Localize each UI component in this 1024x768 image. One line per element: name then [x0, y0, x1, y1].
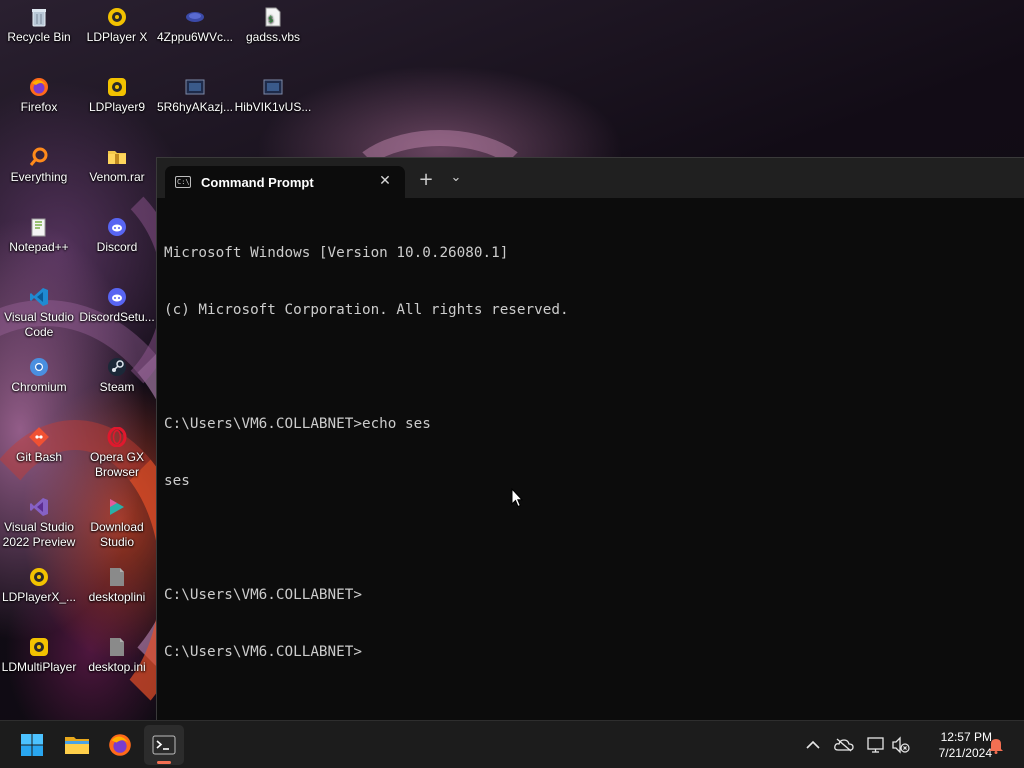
vbs-script-icon: $: [262, 6, 284, 28]
taskbar-file-explorer[interactable]: [57, 725, 97, 765]
notification-bell-icon: [989, 739, 1003, 754]
desktop-icon-ldplayer-x[interactable]: LDPlayer X: [79, 0, 155, 62]
recycle-bin-icon: [28, 6, 50, 28]
steam-icon: [106, 356, 128, 378]
git-bash-icon: [28, 426, 50, 448]
onedrive-offline-icon: [834, 738, 854, 752]
chevron-up-icon: [806, 740, 820, 749]
ldplayer-icon: [106, 6, 128, 28]
file-icon: [184, 6, 206, 28]
network-icon: [867, 737, 884, 753]
clock-time: 12:57 PM: [940, 730, 992, 744]
firefox-icon: [28, 76, 50, 98]
volume-button[interactable]: [891, 735, 911, 755]
network-button[interactable]: [866, 735, 886, 755]
ldplayer-icon: [28, 636, 50, 658]
chromium-icon: [28, 356, 50, 378]
desktop-icon-discordsetup[interactable]: DiscordSetu...: [79, 280, 155, 342]
notepad-plus-plus-icon: [28, 216, 50, 238]
ldplayer-icon: [106, 76, 128, 98]
image-file-icon: [262, 76, 284, 98]
desktop-icon-visual-studio-2022[interactable]: Visual Studio 2022 Preview: [1, 490, 77, 552]
settings-file-icon: [106, 636, 128, 658]
desktop-icon-hibvik1vus[interactable]: HibVIK1vUS...: [235, 70, 311, 132]
desktop-icon-recycle-bin[interactable]: Recycle Bin: [1, 0, 77, 62]
firefox-icon: [109, 734, 131, 756]
close-tab-icon[interactable]: ✕: [377, 173, 393, 189]
terminal-icon: [152, 735, 176, 755]
svg-text:$: $: [268, 15, 274, 25]
active-app-indicator: [157, 761, 171, 764]
desktop-icon-chromium[interactable]: Chromium: [1, 350, 77, 412]
terminal-titlebar[interactable]: C:\ Command Prompt ✕ + ⌄: [157, 158, 1024, 198]
desktop-icon-git-bash[interactable]: Git Bash: [1, 420, 77, 482]
tab-command-prompt[interactable]: C:\ Command Prompt ✕: [165, 166, 405, 198]
command-prompt-icon: C:\: [175, 176, 191, 188]
desktop-icon-download-studio[interactable]: Download Studio: [79, 490, 155, 552]
console-line: ses: [164, 473, 190, 489]
vscode-icon: [28, 286, 50, 308]
desktop-icon-notepad-plus-plus[interactable]: Notepad++: [1, 210, 77, 272]
console-line: C:\Users\VM6.COLLABNET>echo ses: [164, 416, 431, 432]
tab-dropdown-chevron-down-icon[interactable]: ⌄: [446, 170, 466, 190]
taskbar: 12:57 PM 7/21/2024: [0, 720, 1024, 768]
console-prompt-line[interactable]: C:\Users\VM6.COLLABNET>: [164, 643, 1024, 662]
clock-date: 7/21/2024: [938, 746, 992, 760]
terminal-window[interactable]: C:\ Command Prompt ✕ + ⌄ Microsoft Windo…: [156, 157, 1024, 720]
file-explorer-icon: [65, 737, 89, 754]
desktop-icon-everything[interactable]: Everything: [1, 140, 77, 202]
desktop-icon-gadss-vbs[interactable]: $ gadss.vbs: [235, 0, 311, 62]
terminal-console-output[interactable]: Microsoft Windows [Version 10.0.26080.1]…: [157, 198, 1024, 700]
folder-archive-icon: [106, 146, 128, 168]
ldplayer-icon: [28, 566, 50, 588]
desktop-icon-desktoplini[interactable]: desktoplini: [79, 560, 155, 622]
image-file-icon: [184, 76, 206, 98]
console-line: (c) Microsoft Corporation. All rights re…: [164, 302, 569, 318]
desktop-icon-discord[interactable]: Discord: [79, 210, 155, 272]
show-hidden-icons-button[interactable]: [803, 735, 823, 755]
start-button[interactable]: [12, 725, 52, 765]
onedrive-button[interactable]: [834, 735, 854, 755]
desktop-icon-venom-rar[interactable]: Venom.rar: [79, 140, 155, 202]
download-studio-icon: [106, 496, 128, 518]
desktop-icon-ldplayerx-shortcut[interactable]: LDPlayerX_...: [1, 560, 77, 622]
volume-muted-icon: [892, 736, 910, 754]
notification-center-button[interactable]: [986, 735, 1006, 755]
tab-title: Command Prompt: [201, 174, 314, 190]
desktop-icon-opera-gx[interactable]: Opera GX Browser: [79, 420, 155, 482]
everything-search-icon: [28, 146, 50, 168]
taskbar-firefox[interactable]: [100, 725, 140, 765]
console-line: Microsoft Windows [Version 10.0.26080.1]: [164, 245, 509, 261]
discord-icon: [106, 216, 128, 238]
desktop-icon-firefox[interactable]: Firefox: [1, 70, 77, 132]
opera-gx-icon: [106, 426, 128, 448]
new-tab-button[interactable]: +: [416, 170, 436, 190]
mouse-cursor-icon: [511, 488, 523, 508]
desktop-icon-steam[interactable]: Steam: [79, 350, 155, 412]
desktop-icon-4zppu6wvc[interactable]: 4Zppu6WVc...: [157, 0, 233, 62]
discord-icon: [106, 286, 128, 308]
settings-file-icon: [106, 566, 128, 588]
taskbar-clock[interactable]: 12:57 PM 7/21/2024: [916, 729, 992, 761]
desktop-icon-desktop-ini[interactable]: desktop.ini: [79, 630, 155, 692]
taskbar-terminal[interactable]: [144, 725, 184, 765]
desktop-icon-5r6hyakazj[interactable]: 5R6hyAKazj...: [157, 70, 233, 132]
desktop-icon-ldmultiplayer[interactable]: LDMultiPlayer: [1, 630, 77, 692]
console-line: C:\Users\VM6.COLLABNET>: [164, 587, 362, 603]
desktop-icon-vscode[interactable]: Visual Studio Code: [1, 280, 77, 342]
visual-studio-icon: [28, 496, 50, 518]
start-icon: [21, 734, 43, 756]
desktop-icon-ldplayer9[interactable]: LDPlayer9: [79, 70, 155, 132]
